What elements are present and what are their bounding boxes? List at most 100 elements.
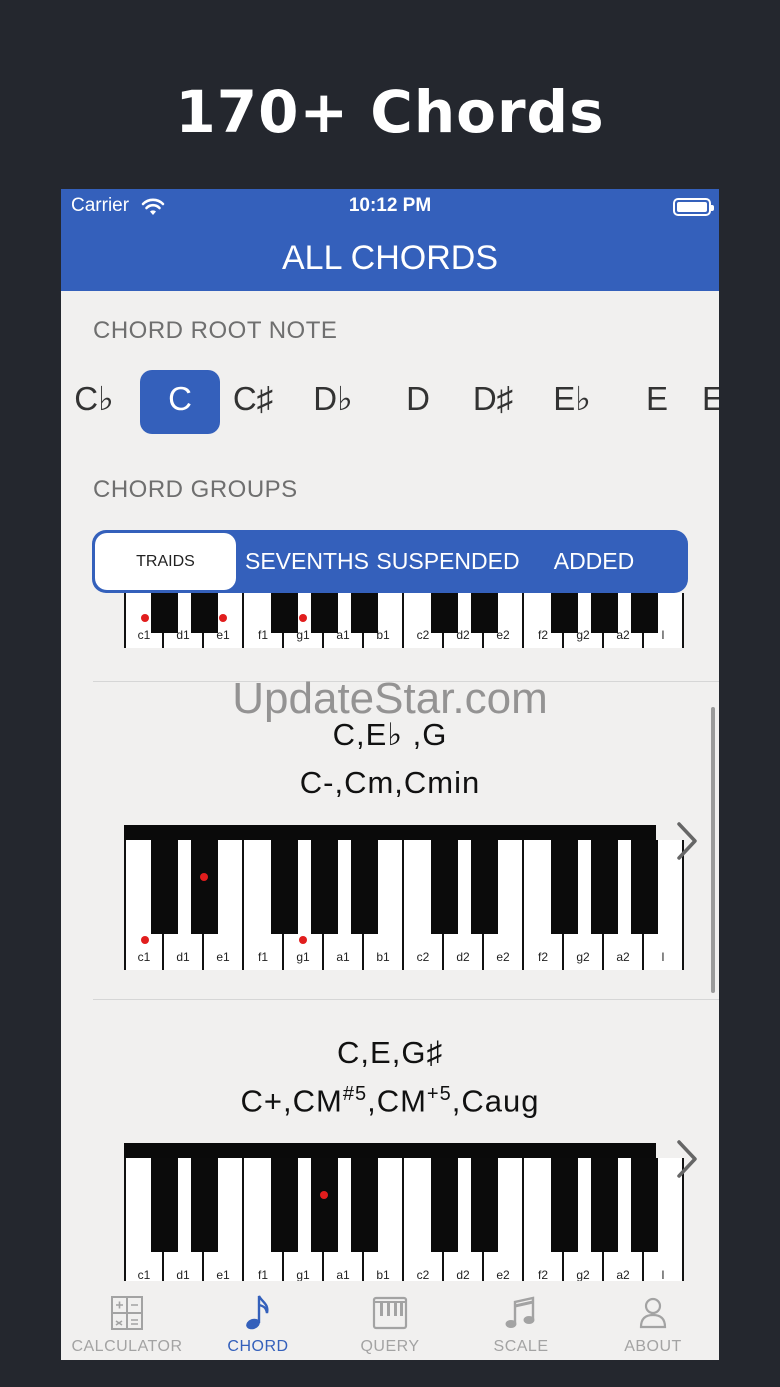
note-dot	[299, 936, 307, 944]
piano-keyboard: c1 d1 e1 f1 g1 a1 b1 c2 d2 e2 f2 g2 a2 l	[124, 1143, 684, 1281]
note-dot	[299, 614, 307, 622]
key-label: l	[661, 1268, 665, 1281]
black-key	[350, 593, 378, 633]
black-key	[430, 840, 458, 934]
tab-scale[interactable]: SCALE	[455, 1281, 587, 1360]
root-note-c-sharp[interactable]: C♯	[213, 370, 293, 434]
key-label: a2	[616, 950, 630, 964]
black-key	[590, 840, 618, 934]
key-label: c1	[137, 950, 151, 964]
key-label: g1	[296, 950, 310, 964]
calculator-icon	[111, 1296, 143, 1330]
nav-header: Carrier 10:12 PM ALL CHORDS	[61, 189, 719, 291]
key-label: g1	[296, 1268, 310, 1281]
chord-group-segmented-control: TRAIDS SEVENTHS SUSPENDED ADDED	[92, 530, 688, 593]
segment-added[interactable]: ADDED	[540, 530, 648, 593]
scrollbar[interactable]	[711, 707, 715, 993]
key-label: f2	[537, 1268, 548, 1281]
tab-about[interactable]: ABOUT	[587, 1281, 719, 1360]
black-key	[310, 1158, 338, 1252]
note-dot	[141, 614, 149, 622]
black-key	[470, 593, 498, 633]
black-key	[630, 1158, 658, 1252]
black-key	[190, 1158, 218, 1252]
key-label: d2	[456, 950, 470, 964]
black-key	[590, 1158, 618, 1252]
segment-sevenths[interactable]: SEVENTHS	[242, 530, 372, 593]
black-key	[590, 593, 618, 633]
note-dot	[320, 1191, 328, 1199]
key-label: c2	[416, 1268, 430, 1281]
black-key	[550, 593, 578, 633]
segment-suspended[interactable]: SUSPENDED	[374, 530, 522, 593]
key-label: d1	[176, 950, 190, 964]
chevron-right-icon	[677, 1140, 697, 1178]
music-notes-icon	[505, 1296, 535, 1328]
key-label: b1	[376, 1268, 390, 1281]
root-note-picker: C♭ C C♯ D♭ D D♯ E♭ E E	[61, 370, 719, 434]
watermark-text: UpdateStar.com	[232, 674, 548, 723]
root-note-e-partial[interactable]: E	[673, 370, 719, 434]
row-divider	[93, 999, 719, 1000]
tab-calculator[interactable]: CALCULATOR	[61, 1281, 193, 1360]
key-label: d2	[456, 1268, 470, 1281]
key-label: f2	[537, 950, 548, 964]
music-note-icon	[246, 1295, 269, 1330]
key-label: f1	[257, 950, 268, 964]
root-note-d-sharp[interactable]: D♯	[453, 370, 533, 434]
black-key	[350, 1158, 378, 1252]
chord-names: C-,Cm,Cmin	[299, 765, 481, 800]
root-note-d[interactable]: D	[378, 370, 458, 434]
black-key	[310, 593, 338, 633]
black-key	[150, 840, 178, 934]
phone-screen: Carrier 10:12 PM ALL CHORDS CHORD ROOT N…	[61, 189, 719, 1360]
page-title: ALL CHORDS	[281, 239, 499, 277]
chord-names: C+,CM#5,CM+5,Caug	[240, 1083, 540, 1119]
key-label: a1	[336, 1268, 350, 1281]
keyboard-top-rail	[124, 1143, 656, 1158]
piano-keyboard: c1 d1 e1 f1 g1 a1 b1 c2 d2 e2 f2 g2 a2 l	[124, 825, 684, 970]
keyboard-top-rail	[124, 825, 656, 840]
root-note-c-flat[interactable]: C♭	[61, 370, 134, 434]
tab-label: ABOUT	[624, 1338, 682, 1355]
note-dot	[200, 873, 208, 881]
root-note-e-flat[interactable]: E♭	[532, 370, 612, 434]
black-key	[310, 840, 338, 934]
root-note-d-flat[interactable]: D♭	[293, 370, 373, 434]
black-key	[630, 593, 658, 633]
key-label: a1	[336, 950, 350, 964]
tab-bar: CALCULATOR CHORD QUERY SCALE ABOUT	[61, 1281, 719, 1360]
key-label: g2	[576, 1268, 590, 1281]
note-dot	[141, 936, 149, 944]
chord-groups-label: CHORD GROUPS	[93, 476, 298, 503]
piano-keyboard: c1 d1 e1 f1 g1 a1 b1 c2 d2 e2 f2 g2 a2 l	[124, 593, 684, 648]
note-dot	[219, 614, 227, 622]
chord-notes: C,E,G♯	[337, 1035, 443, 1070]
key-label: c1	[137, 1268, 151, 1281]
key-label: b1	[376, 950, 390, 964]
black-key	[470, 1158, 498, 1252]
key-label: l	[661, 950, 665, 964]
tab-query[interactable]: QUERY	[324, 1281, 456, 1360]
black-key	[270, 840, 298, 934]
root-note-c[interactable]: C	[140, 370, 220, 434]
tab-label: QUERY	[360, 1338, 420, 1355]
promo-title: 170+ Chords	[175, 78, 605, 146]
status-time: 10:12 PM	[348, 195, 432, 216]
key-label: e1	[216, 950, 230, 964]
key-label: c2	[416, 950, 430, 964]
tab-label: SCALE	[493, 1338, 549, 1355]
black-key	[550, 1158, 578, 1252]
key-label: g2	[576, 950, 590, 964]
key-label: f1	[257, 1268, 268, 1281]
black-key	[550, 840, 578, 934]
black-key	[350, 840, 378, 934]
segment-triads[interactable]: TRAIDS	[95, 533, 236, 590]
person-icon	[639, 1297, 667, 1329]
key-label: a2	[616, 1268, 630, 1281]
tab-chord[interactable]: CHORD	[192, 1281, 324, 1360]
tab-label: CALCULATOR	[71, 1338, 183, 1355]
battery-icon	[673, 198, 714, 216]
black-key	[470, 840, 498, 934]
black-key	[190, 840, 218, 934]
